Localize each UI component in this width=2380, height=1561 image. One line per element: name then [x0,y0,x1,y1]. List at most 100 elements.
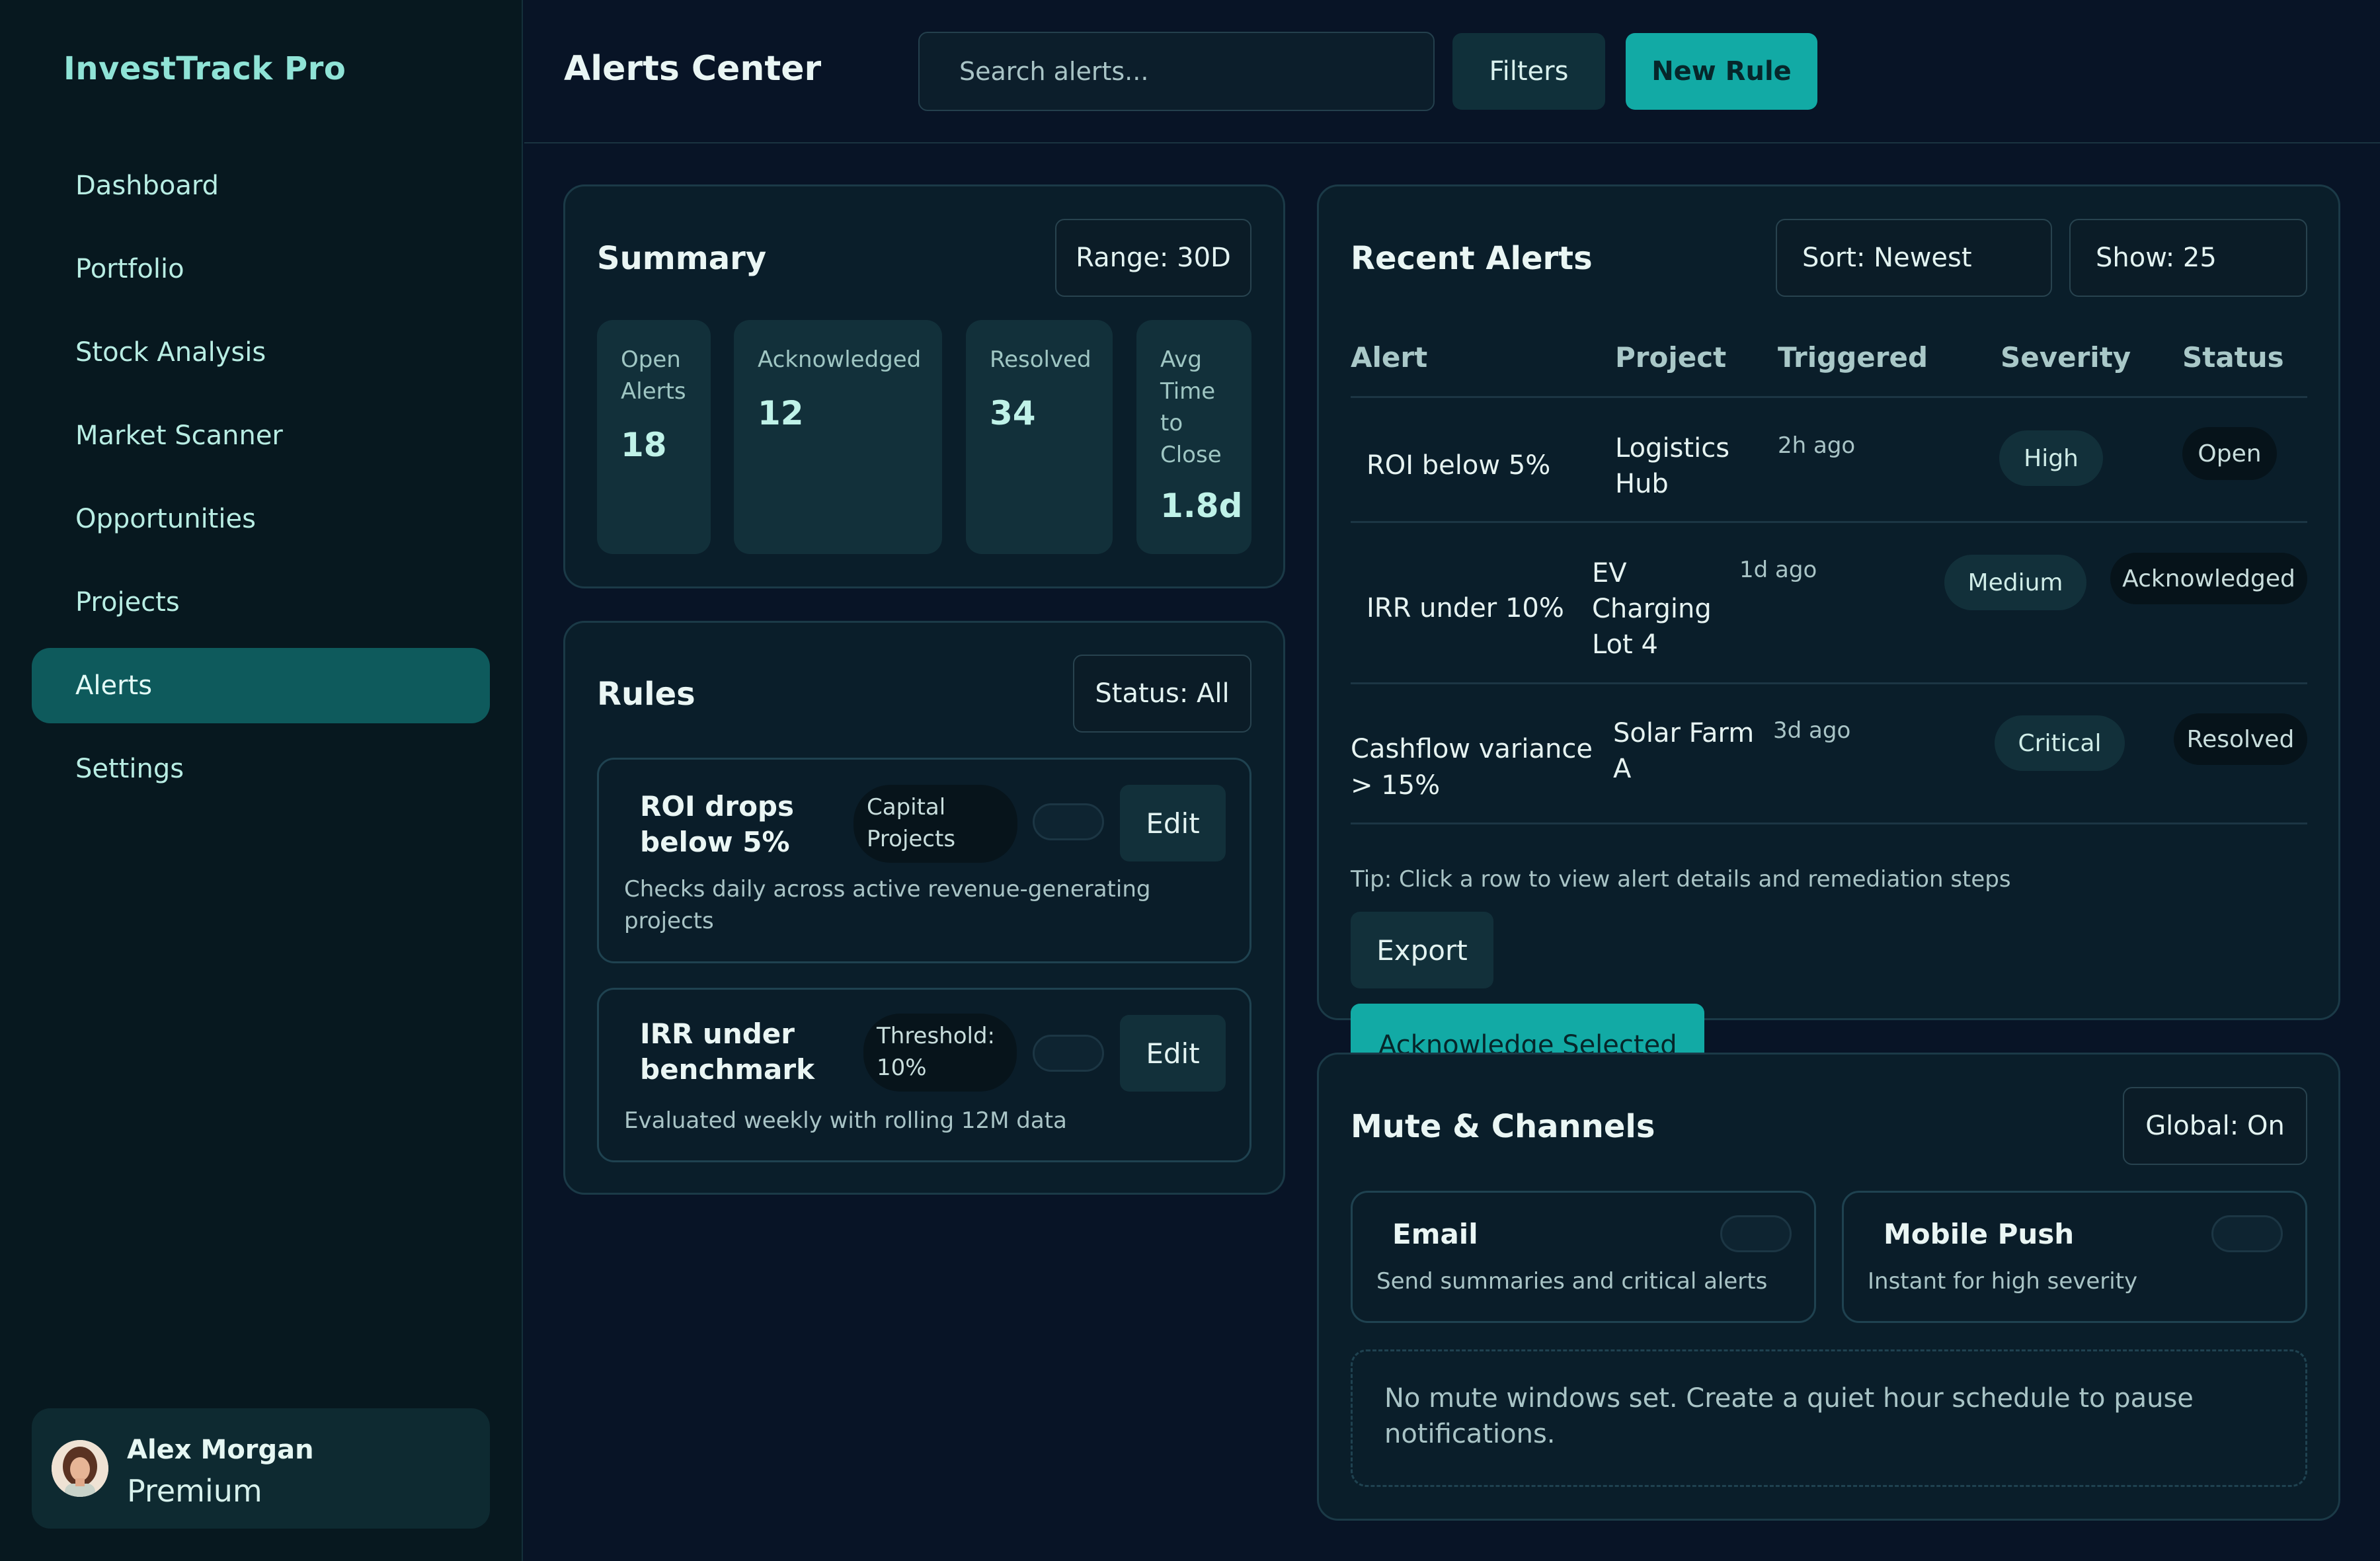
alert-project: EV [1592,558,1627,588]
rule-tag-line: Capital [867,794,946,821]
stat-label: to [1160,410,1183,436]
rule-title: ROI drops [640,790,794,822]
alert-name: Cashflow variance [1351,734,1593,764]
rule-tag-line: 10% [877,1055,927,1081]
rule-title: below 5% [640,826,790,858]
stat-acknowledged: Acknowledged 12 [734,320,942,554]
channel-title: Mobile Push [1884,1218,2075,1250]
email-channel-toggle[interactable] [1720,1215,1792,1252]
column-header-status[interactable]: Status [2182,341,2284,374]
rule-title: IRR under [640,1018,795,1050]
sidebar-item-alerts[interactable]: Alerts [32,648,490,723]
table-divider [1351,822,2307,824]
channel-description: Send summaries and critical alerts [1376,1268,1768,1295]
stat-label: Alerts [621,378,686,405]
rule-title: benchmark [640,1053,814,1086]
rule-tag-line: Projects [867,826,956,852]
alert-project: Solar Farm [1613,718,1755,748]
alert-name: ROI below 5% [1367,450,1551,481]
acknowledge-selected-button[interactable]: Acknowledge Selected [1351,1004,1704,1053]
rule-item[interactable]: IRR under benchmark Threshold: 10% Edit … [597,988,1251,1162]
rule-threshold-tag: Threshold: 10% [863,1014,1017,1092]
sidebar-item-stock-analysis[interactable]: Stock Analysis [32,315,490,390]
mobile-push-channel-toggle[interactable] [2211,1215,2283,1252]
column-header-severity[interactable]: Severity [2001,341,2131,374]
mute-windows-empty-state: No mute windows set. Create a quiet hour… [1351,1349,2307,1487]
rule-enabled-toggle[interactable] [1033,803,1104,840]
sidebar-item-opportunities[interactable]: Opportunities [32,481,490,557]
channel-description: Instant for high severity [1868,1268,2138,1295]
alert-project: Logistics [1615,433,1730,463]
user-profile-card[interactable]: Alex Morgan Premium [32,1408,490,1529]
status-badge: Open [2182,427,2277,480]
stat-open-alerts: Open Alerts 18 [597,320,711,554]
alert-triggered: 1d ago [1739,557,1817,583]
alert-name: IRR under 10% [1367,593,1564,623]
channel-title: Email [1392,1218,1478,1250]
avatar [52,1440,108,1497]
empty-state-text: notifications. [1384,1419,1556,1449]
alert-project: A [1613,754,1632,784]
column-header-triggered[interactable]: Triggered [1778,341,1928,374]
global-mute-toggle[interactable]: Global: On [2123,1087,2307,1165]
column-header-alert[interactable]: Alert [1351,341,1427,374]
search-input[interactable] [918,32,1435,111]
alert-triggered: 2h ago [1778,432,1856,459]
range-selector[interactable]: Range: 30D [1055,219,1251,297]
alert-triggered: 3d ago [1773,717,1851,744]
new-rule-button[interactable]: New Rule [1626,33,1817,110]
show-count-dropdown[interactable]: Show: 25 [2069,219,2307,297]
brand-logo-text[interactable]: InvestTrack Pro [63,50,346,87]
mute-channels-title: Mute & Channels [1351,1108,1655,1145]
recent-alerts-title: Recent Alerts [1351,240,1593,277]
channel-mobile-push-card: Mobile Push Instant for high severity [1842,1191,2307,1323]
stat-label: Acknowledged [758,346,922,373]
rule-description: Checks daily across active revenue-gener… [624,876,1151,902]
edit-rule-button[interactable]: Edit [1120,785,1226,861]
rule-description: Evaluated weekly with rolling 12M data [624,1107,1067,1134]
table-divider [1351,396,2307,398]
edit-rule-button[interactable]: Edit [1120,1015,1226,1092]
rule-description: projects [624,908,714,934]
export-button[interactable]: Export [1351,912,1493,988]
severity-badge: Medium [1944,555,2086,610]
stat-label: Open [621,346,681,373]
rules-title: Rules [597,676,695,713]
filters-button[interactable]: Filters [1452,33,1605,110]
alert-project: Lot 4 [1592,629,1658,660]
alert-name: > 15% [1351,770,1441,801]
summary-title: Summary [597,240,767,277]
column-header-project[interactable]: Project [1615,341,1726,374]
stat-resolved: Resolved 34 [966,320,1113,554]
sidebar-item-projects[interactable]: Projects [32,565,490,640]
sidebar-nav: Dashboard Portfolio Stock Analysis Marke… [32,148,490,815]
stat-value: 12 [758,394,804,432]
page-title: Alerts Center [564,49,822,89]
severity-badge: High [1999,430,2103,486]
sidebar-item-portfolio[interactable]: Portfolio [32,231,490,307]
stat-label: Time [1160,378,1216,405]
stat-value: 1.8d [1160,487,1243,525]
stat-value: 18 [621,426,667,464]
rule-enabled-toggle[interactable] [1033,1035,1104,1072]
sidebar: InvestTrack Pro Dashboard Portfolio Stoc… [0,0,523,1561]
rule-item[interactable]: ROI drops below 5% Capital Projects Edit… [597,758,1251,963]
stat-value: 34 [990,394,1036,432]
rule-scope-tag: Capital Projects [853,785,1017,863]
status-badge: Acknowledged [2110,553,2307,604]
rule-tag-line: Threshold: [877,1023,996,1049]
status-filter[interactable]: Status: All [1073,655,1251,733]
stat-label: Avg [1160,346,1202,373]
channel-email-card: Email Send summaries and critical alerts [1351,1191,1816,1323]
empty-state-text: No mute windows set. Create a quiet hour… [1384,1383,2194,1414]
stat-avg-time-to-close: Avg Time to Close 1.8d [1136,320,1251,554]
sidebar-item-dashboard[interactable]: Dashboard [32,148,490,223]
severity-badge: Critical [1995,715,2125,771]
user-name: Alex Morgan [127,1435,314,1465]
sidebar-item-market-scanner[interactable]: Market Scanner [32,398,490,473]
sidebar-item-settings[interactable]: Settings [32,731,490,807]
sort-dropdown[interactable]: Sort: Newest [1776,219,2052,297]
stat-label: Resolved [990,346,1091,373]
table-tip: Tip: Click a row to view alert details a… [1351,866,2011,893]
user-plan: Premium [127,1473,262,1509]
